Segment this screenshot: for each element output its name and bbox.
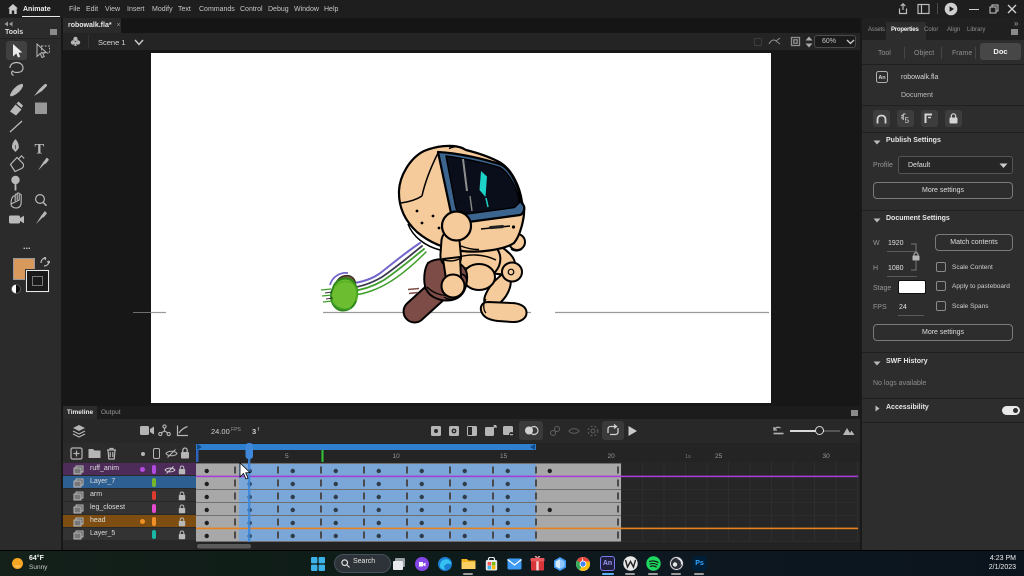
svg-text:5: 5 <box>285 453 289 460</box>
svg-text:...: ... <box>23 241 31 251</box>
svg-text:25: 25 <box>715 453 723 460</box>
svg-text:5: 5 <box>905 116 910 124</box>
svg-text:15: 15 <box>500 453 508 460</box>
svg-text:30: 30 <box>823 453 831 460</box>
svg-text:10: 10 <box>393 453 401 460</box>
svg-text:20: 20 <box>608 453 616 460</box>
svg-text:T: T <box>35 142 45 158</box>
svg-text:1s: 1s <box>685 454 691 460</box>
